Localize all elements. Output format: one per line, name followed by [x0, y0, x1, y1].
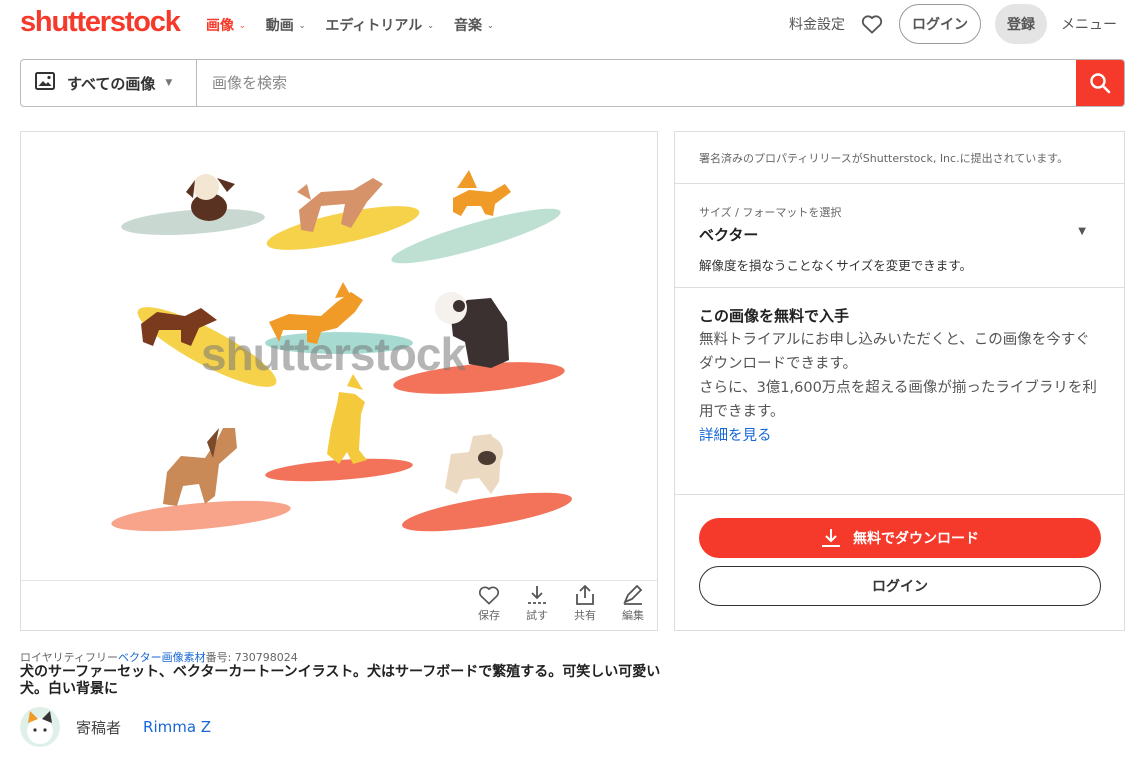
edit-icon	[623, 585, 643, 605]
nav-label: 音楽	[454, 18, 482, 34]
download-icon	[822, 529, 840, 547]
download-icon	[528, 586, 546, 604]
format-value: ベクター	[699, 226, 759, 244]
image-type-label: すべての画像	[67, 74, 156, 93]
share-button[interactable]: 共有	[565, 585, 605, 623]
royalty-free-label: ロイヤリティフリー	[20, 651, 119, 664]
image-id: 730798024	[234, 651, 298, 664]
nav-item-editorial[interactable]: エディトリアル ⌄	[325, 15, 434, 35]
save-label: 保存	[478, 609, 500, 622]
share-icon	[576, 585, 594, 605]
shutterstock-logo[interactable]: shutterstock	[20, 6, 181, 39]
free-trial-text-2: さらに、3億1,600万点を超える画像が揃ったライブラリを利用できます。	[699, 380, 1097, 420]
top-nav: 画像 ⌄ 動画 ⌄ エディトリアル ⌄ 音楽 ⌄	[206, 15, 494, 35]
search-input[interactable]	[197, 60, 1076, 106]
nav-label: エディトリアル	[325, 18, 423, 34]
search-icon	[1090, 73, 1111, 94]
nav-label: 動画	[265, 18, 294, 34]
chevron-down-icon: ⌄	[487, 20, 494, 30]
chevron-down-icon: ▼	[165, 78, 173, 88]
image-type-select[interactable]: すべての画像 ▼	[21, 60, 197, 106]
contributor-label: 寄稿者	[76, 718, 122, 737]
id-label: 番号:	[205, 651, 232, 664]
header-actions: 料金設定 ログイン 登録 メニュー	[789, 4, 1117, 44]
nav-item-music[interactable]: 音楽 ⌄	[454, 15, 494, 35]
login-button[interactable]: ログイン	[899, 4, 981, 44]
share-label: 共有	[574, 609, 596, 622]
search-button[interactable]	[1076, 60, 1124, 106]
heart-icon	[478, 586, 500, 605]
category-link[interactable]: ベクター画像素材	[118, 651, 206, 664]
free-download-button[interactable]: 無料でダウンロード	[699, 518, 1101, 558]
format-description: 解像度を損なうことなくサイズを変更できます。	[699, 258, 973, 273]
free-trial-section: この画像を無料で入手 無料トライアルにお申し込みいただくと、この画像を今すぐダウ…	[675, 288, 1124, 495]
chevron-down-icon: ⌄	[298, 20, 306, 30]
try-label: 試す	[526, 609, 548, 622]
avatar[interactable]	[20, 707, 60, 747]
release-note: 署名済みのプロパティリリースがShutterstock, Inc.に提出されてい…	[675, 132, 1124, 184]
panel-login-button[interactable]: ログイン	[699, 566, 1101, 606]
format-selector[interactable]: サイズ / フォーマットを選択 ベクター 解像度を損なうことなくサイズを変更でき…	[675, 184, 1124, 288]
save-button[interactable]: 保存	[469, 585, 509, 623]
register-button[interactable]: 登録	[995, 4, 1047, 44]
pricing-link[interactable]: 料金設定	[789, 14, 845, 34]
try-button[interactable]: 試す	[517, 585, 557, 623]
free-download-label: 無料でダウンロード	[853, 531, 979, 547]
image-preview-panel: shutterstock 保存 試す 共有 編集	[20, 131, 658, 631]
edit-button[interactable]: 編集	[613, 585, 653, 623]
search-bar: すべての画像 ▼	[20, 59, 1125, 107]
nav-label: 画像	[206, 18, 234, 34]
contributor-name-link[interactable]: Rimma Z	[143, 718, 211, 736]
image-title: 犬のサーファーセット、ベクターカートーンイラスト。犬はサーフボードで繁殖する。可…	[20, 664, 661, 697]
image-action-bar: 保存 試す 共有 編集	[21, 580, 657, 631]
heart-icon[interactable]	[859, 11, 885, 37]
chevron-down-icon: ⌄	[239, 20, 246, 30]
nav-item-video[interactable]: 動画 ⌄	[266, 15, 306, 35]
image-icon	[35, 72, 55, 94]
contributor: 寄稿者 Rimma Z	[20, 707, 211, 747]
license-panel: 署名済みのプロパティリリースがShutterstock, Inc.に提出されてい…	[674, 131, 1125, 631]
image-meta: ロイヤリティフリーベクター画像素材番号: 730798024	[20, 649, 298, 665]
free-trial-text-1: 無料トライアルにお申し込みいただくと、この画像を今すぐダウンロードできます。	[699, 332, 1090, 372]
watermark: shutterstock	[201, 328, 466, 380]
edit-label: 編集	[622, 609, 644, 622]
format-label: サイズ / フォーマットを選択	[699, 206, 842, 219]
chevron-down-icon: ▼	[1078, 226, 1086, 237]
nav-item-images[interactable]: 画像 ⌄	[206, 15, 246, 35]
free-trial-title: この画像を無料で入手	[699, 307, 850, 325]
details-link[interactable]: 詳細を見る	[699, 424, 1100, 448]
menu-button[interactable]: メニュー	[1061, 14, 1117, 34]
chevron-down-icon: ⌄	[427, 20, 434, 30]
